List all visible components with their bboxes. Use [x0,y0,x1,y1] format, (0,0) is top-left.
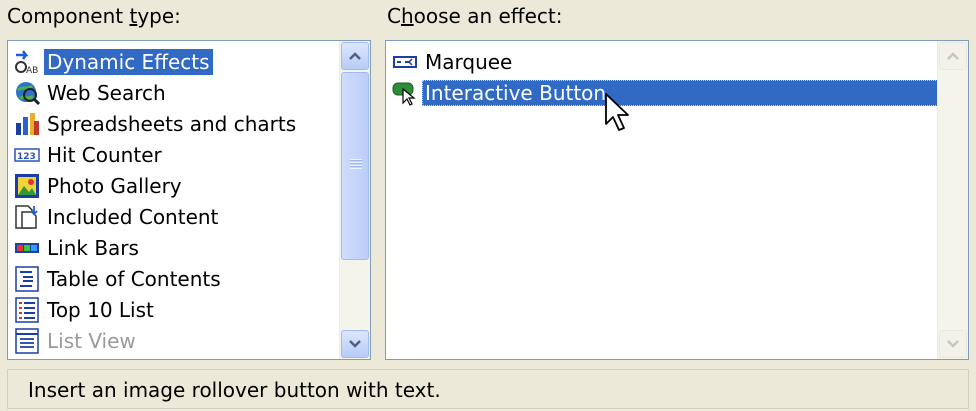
item-label: Top 10 List [47,297,154,322]
component-item-dynamic-effects[interactable]: AB Dynamic Effects [14,46,340,77]
description-text: Insert an image rollover button with tex… [28,378,441,402]
effect-item-marquee[interactable]: Marquee [392,46,938,77]
hit-counter-icon: 123 [14,142,40,168]
svg-text:AB: AB [26,66,38,75]
scroll-down-button[interactable] [939,330,967,358]
component-item-hit-counter[interactable]: 123 Hit Counter [14,139,340,170]
chevron-up-icon [349,52,361,60]
description-panel: Insert an image rollover button with tex… [7,369,969,409]
component-item-top-10-list[interactable]: Top 10 List [14,294,340,325]
component-type-listbox[interactable]: AB Dynamic Effects Web Search Spreadshee… [7,40,371,360]
chevron-down-icon [947,340,959,348]
effect-list-scrollbar[interactable] [937,41,968,359]
top-10-list-icon [14,296,40,323]
item-label: Web Search [47,80,166,105]
component-item-list-view[interactable]: List View [14,325,340,356]
component-type-label: Component type: [7,4,181,28]
item-label: List View [47,328,136,353]
link-bars-icon [14,235,40,261]
component-item-photo-gallery[interactable]: Photo Gallery [14,170,340,201]
spreadsheets-icon [14,111,40,137]
item-label: Included Content [47,204,219,229]
table-of-contents-icon [14,265,40,292]
svg-text:123: 123 [17,152,36,162]
list-view-icon [14,327,40,354]
item-label: Interactive Button [422,79,938,106]
component-item-table-of-contents[interactable]: Table of Contents [14,263,340,294]
scroll-up-button[interactable] [939,42,967,70]
component-item-spreadsheets[interactable]: Spreadsheets and charts [14,108,340,139]
item-label: Spreadsheets and charts [47,111,297,136]
effect-item-interactive-button[interactable]: Interactive Button [392,77,938,108]
item-label: Dynamic Effects [44,48,213,75]
component-item-included-content[interactable]: Included Content [14,201,340,232]
item-label: Photo Gallery [47,173,182,198]
chevron-down-icon [349,340,361,348]
item-label: Table of Contents [47,266,221,291]
scroll-down-button[interactable] [341,330,369,358]
grip-icon [350,159,362,169]
scroll-up-button[interactable] [341,42,369,70]
scroll-thumb[interactable] [341,72,369,260]
item-label: Marquee [425,49,513,74]
dynamic-effects-icon: AB [14,49,40,75]
marquee-icon [392,49,418,75]
mouse-cursor-icon [604,92,630,137]
chevron-up-icon [947,52,959,60]
interactive-button-icon [392,80,418,106]
component-item-web-search[interactable]: Web Search [14,77,340,108]
component-item-link-bars[interactable]: Link Bars [14,232,340,263]
photo-gallery-icon [14,173,40,199]
web-search-icon [14,80,40,106]
included-content-icon [14,204,40,230]
item-label: Hit Counter [47,142,162,167]
choose-effect-label: Choose an effect: [387,4,563,28]
effect-listbox[interactable]: Marquee Interactive Button [385,40,969,360]
item-label: Link Bars [47,235,139,260]
component-list-scrollbar[interactable] [339,41,370,359]
